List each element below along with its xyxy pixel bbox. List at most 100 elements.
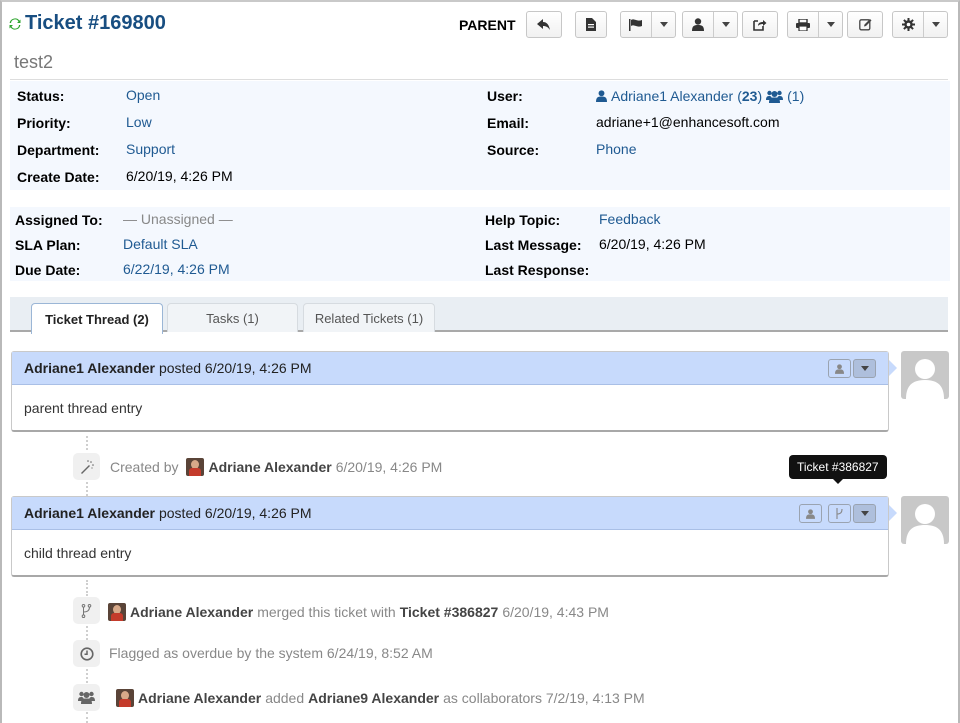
user-label: User: xyxy=(487,88,523,104)
email-value: adriane+1@enhancesoft.com xyxy=(596,114,780,130)
thread-entry-header: Adriane1 Alexander posted 6/20/19, 4:26 … xyxy=(12,497,897,530)
due-date-label: Due Date: xyxy=(15,262,81,278)
event-prefix: Created by xyxy=(110,459,179,475)
user-value[interactable]: Adriane1 Alexander (23) (1) xyxy=(596,88,804,104)
event-text: Flagged as overdue by the system 6/24/19… xyxy=(109,645,433,661)
print-dropdown[interactable] xyxy=(818,12,842,37)
merge-tooltip: Ticket #386827 xyxy=(789,455,887,484)
help-topic-value[interactable]: Feedback xyxy=(599,211,660,227)
collaborator-count[interactable]: (1) xyxy=(787,88,804,104)
thread-entry-header: Adriane1 Alexander posted 6/20/19, 4:26 … xyxy=(12,352,897,385)
caret-down-icon xyxy=(860,366,869,371)
assigned-label: Assigned To: xyxy=(15,212,103,228)
entry-author: Adriane1 Alexander xyxy=(24,505,155,521)
entry-pointer xyxy=(889,360,897,376)
entry-options-button[interactable] xyxy=(853,504,876,523)
refresh-icon[interactable] xyxy=(9,17,21,30)
event-overdue: Flagged as overdue by the system 6/24/19… xyxy=(109,645,433,661)
event-created: Created by Adriane Alexander 6/20/19, 4:… xyxy=(110,458,442,476)
timeline-connector xyxy=(86,436,88,450)
assigned-value[interactable]: — Unassigned — xyxy=(123,211,233,227)
status-label: Status: xyxy=(17,88,65,104)
event-merged: Adriane Alexander merged this ticket wit… xyxy=(108,603,609,621)
entry-user-button[interactable] xyxy=(828,359,851,378)
event-target-ticket[interactable]: Ticket #386827 xyxy=(400,604,499,620)
event-actor[interactable]: Adriane Alexander xyxy=(138,690,261,706)
event-timestamp: 6/20/19, 4:43 PM xyxy=(502,604,609,620)
entry-user-button[interactable] xyxy=(799,504,822,523)
default-avatar-icon xyxy=(906,359,944,399)
department-value[interactable]: Support xyxy=(126,141,175,157)
timeline-connector xyxy=(86,626,88,640)
assign-button[interactable] xyxy=(682,11,738,38)
ticket-number[interactable]: Ticket #169800 xyxy=(25,12,166,35)
source-label: Source: xyxy=(487,142,540,158)
entry-merge-button[interactable] xyxy=(828,504,851,523)
print-document-button[interactable] xyxy=(575,11,607,38)
event-action: merged this ticket with xyxy=(257,604,396,620)
event-icon xyxy=(73,640,100,667)
flag-button[interactable] xyxy=(620,11,676,38)
merge-icon xyxy=(836,508,843,519)
status-value[interactable]: Open xyxy=(126,87,160,103)
tab-ticket-thread[interactable]: Ticket Thread (2) xyxy=(31,303,163,334)
event-timestamp: as collaborators 7/2/19, 4:13 PM xyxy=(443,690,645,706)
entry-action: posted 6/20/19, 4:26 PM xyxy=(158,360,312,376)
event-actor[interactable]: Adriane Alexander xyxy=(130,604,253,620)
clock-icon xyxy=(79,646,94,661)
actor-avatar xyxy=(116,689,134,707)
header-divider xyxy=(10,79,948,80)
caret-down-icon xyxy=(721,22,730,27)
event-target-user[interactable]: Adriane9 Alexander xyxy=(308,690,439,706)
actor-avatar xyxy=(108,603,126,621)
email-label: Email: xyxy=(487,115,530,131)
timeline-connector xyxy=(86,482,88,496)
magic-wand-icon xyxy=(80,459,94,474)
entry-body: child thread entry xyxy=(24,544,132,561)
users-icon xyxy=(78,691,95,704)
tab-tasks[interactable]: Tasks (1) xyxy=(167,303,298,332)
assign-dropdown[interactable] xyxy=(713,12,737,37)
event-actor[interactable]: Adriane Alexander xyxy=(208,459,331,475)
merge-icon xyxy=(81,603,92,618)
source-value[interactable]: Phone xyxy=(596,141,636,157)
due-date-value[interactable]: 6/22/19, 4:26 PM xyxy=(123,261,230,277)
tab-related-tickets[interactable]: Related Tickets (1) xyxy=(303,303,435,332)
user-icon xyxy=(692,18,704,31)
ticket-subject: test2 xyxy=(14,52,54,72)
users-icon[interactable] xyxy=(766,90,784,103)
entry-pointer xyxy=(889,505,897,521)
event-timestamp: 6/20/19, 4:26 PM xyxy=(335,459,443,475)
user-ticket-count[interactable]: (23) xyxy=(737,88,762,104)
user-icon xyxy=(835,363,844,374)
entry-options-button[interactable] xyxy=(853,359,876,378)
share-button[interactable] xyxy=(742,11,778,38)
user-name[interactable]: Adriane1 Alexander xyxy=(611,88,733,104)
priority-value[interactable]: Low xyxy=(126,114,152,130)
parent-label: PARENT xyxy=(459,17,516,33)
avatar xyxy=(901,496,949,544)
department-label: Department: xyxy=(17,142,100,158)
entry-body: parent thread entry xyxy=(24,399,143,416)
edit-button[interactable] xyxy=(847,11,883,38)
flag-dropdown[interactable] xyxy=(651,12,675,37)
caret-down-icon xyxy=(659,22,668,27)
last-response-label: Last Response: xyxy=(485,262,590,278)
event-collaborators: Adriane Alexander added Adriane9 Alexand… xyxy=(116,689,645,707)
print-icon xyxy=(796,18,810,31)
reply-button[interactable] xyxy=(526,11,562,38)
caret-down-icon xyxy=(826,22,835,27)
settings-dropdown[interactable] xyxy=(923,12,947,37)
edit-icon xyxy=(858,19,871,31)
caret-down-icon xyxy=(931,22,940,27)
sla-value[interactable]: Default SLA xyxy=(123,236,198,252)
priority-label: Priority: xyxy=(17,115,71,131)
print-button[interactable] xyxy=(787,11,843,38)
caret-down-icon xyxy=(860,511,869,516)
default-avatar-icon xyxy=(906,504,944,544)
entry-author: Adriane1 Alexander xyxy=(24,360,155,376)
entry-action: posted 6/20/19, 4:26 PM xyxy=(158,505,312,521)
settings-button[interactable] xyxy=(892,11,948,38)
ticket-title: Ticket #169800 xyxy=(9,12,166,35)
reply-icon xyxy=(537,18,550,30)
